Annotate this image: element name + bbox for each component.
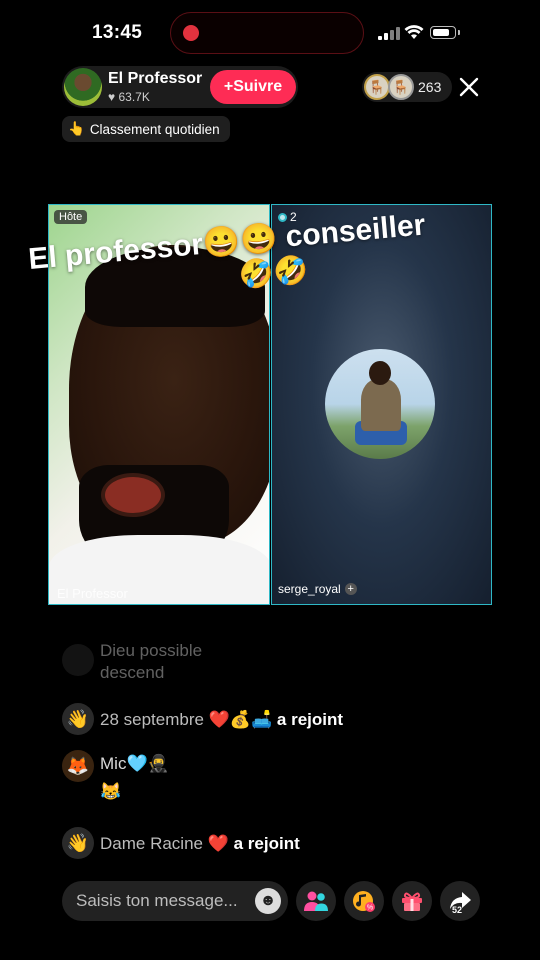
dynamic-island (170, 12, 364, 54)
viewer-count[interactable]: 263 (418, 79, 441, 95)
guest-name: serge_royal (278, 582, 341, 596)
chat-username[interactable]: Mic🩵🥷 (100, 754, 169, 774)
gift-button[interactable] (392, 881, 432, 921)
hand-icon: 👆 (68, 121, 85, 136)
host-likes-count: 63.7K (118, 90, 150, 104)
add-guest-icon[interactable]: + (344, 583, 357, 595)
chat-join-text: a rejoint (276, 710, 344, 729)
battery-level (432, 28, 449, 36)
wave-icon: 👋 (62, 827, 94, 859)
promote-button[interactable]: % (344, 881, 384, 921)
daily-ranking-label: Classement quotidien (89, 121, 220, 137)
chat-line: Dame Racine ❤️ a rejoint (100, 834, 300, 854)
share-count: 52 (452, 905, 463, 915)
people-icon (304, 891, 328, 911)
music-discount-icon: % (353, 891, 375, 912)
heart-icon: ♥ (108, 90, 116, 104)
host-name: El Professor (108, 70, 203, 87)
svg-text:%: % (367, 905, 373, 912)
host-likes: ♥ 63.7K (108, 90, 150, 104)
chat-join-text: a rejoint (233, 834, 300, 853)
guest-name-tag[interactable]: serge_royal + (278, 582, 357, 596)
follow-label: Suivre (233, 78, 283, 95)
emoji-icon[interactable]: ☻ (255, 888, 281, 914)
chat-avatar[interactable] (62, 644, 94, 676)
guest-head (369, 361, 391, 385)
chat-message-text: 😹 (100, 782, 122, 801)
host-tag: Hôte (54, 210, 88, 224)
guest-avatar[interactable] (325, 349, 435, 459)
host-avatar[interactable] (64, 68, 102, 106)
chat-username[interactable]: Dame Racine ❤️ (100, 834, 229, 853)
status-time: 13:45 (92, 22, 143, 43)
close-icon[interactable] (458, 76, 480, 98)
follow-button[interactable]: +Suivre (210, 70, 296, 104)
plus-icon: + (223, 78, 234, 95)
gift-icon (402, 892, 422, 911)
share-button[interactable] (440, 881, 480, 921)
chat-username[interactable]: 28 septembre ❤️💰🛋️ (100, 710, 272, 729)
viewer-avatar[interactable]: 🪑 (388, 74, 414, 100)
host-video-name: El Professor (57, 586, 128, 601)
multi-guest-button[interactable] (296, 881, 336, 921)
viewer-avatar[interactable]: 🪑 (364, 74, 390, 100)
host-info[interactable]: El Professor ♥ 63.7K +Suivre (62, 66, 298, 108)
guest-body (361, 379, 401, 431)
wifi-icon (404, 25, 424, 39)
daily-ranking-button[interactable]: 👆 Classement quotidien (62, 116, 230, 142)
host-mouth (101, 473, 165, 517)
chat-message-text: Dieu possible descend (100, 641, 203, 682)
chat-line: 28 septembre ❤️💰🛋️ a rejoint (100, 710, 343, 730)
signal-icon (378, 27, 400, 40)
battery-icon (430, 26, 456, 39)
wave-icon: 👋 (62, 703, 94, 735)
chat-avatar[interactable]: 🦊 (62, 750, 94, 782)
recording-indicator (183, 25, 199, 41)
battery-cap (458, 30, 460, 35)
